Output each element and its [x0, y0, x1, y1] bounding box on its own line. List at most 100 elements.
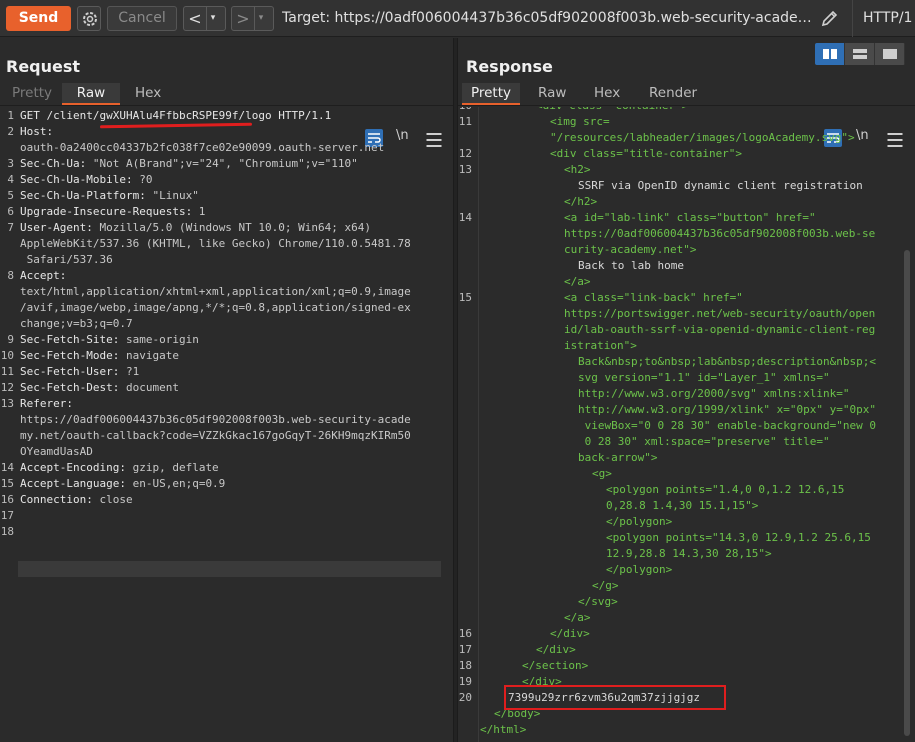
header-name: Sec-Fetch-User: — [20, 365, 120, 378]
line-content: Sec-Fetch-User: ?1 — [20, 364, 139, 380]
header-name: Sec-Fetch-Mode: — [20, 349, 120, 362]
layout-toggle — [815, 43, 905, 65]
header-value: ?0 — [132, 173, 153, 186]
line-number: 4 — [7, 173, 14, 186]
response-line: </a> — [564, 611, 591, 624]
header-value: text/html,application/xhtml+xml,applicat… — [20, 285, 411, 298]
response-tab-pretty[interactable]: Pretty — [462, 83, 520, 105]
response-line: </section> — [522, 659, 589, 672]
response-tab-render[interactable]: Render — [649, 83, 697, 105]
line-number: 14 — [458, 211, 472, 224]
header-value: oauth-0a2400cc04337b2fc038f7ce02e90099.o… — [20, 141, 385, 154]
current-line-highlight — [18, 561, 441, 577]
request-line: AppleWebKit/537.36 (KHTML, like Gecko) C… — [0, 236, 440, 252]
request-editor[interactable]: 1 GET /client/gwXUHAlu4FfbbcRSPE99f/logo … — [0, 107, 453, 742]
line-number: 9 — [7, 333, 14, 346]
header-value: Mozilla/5.0 (Windows NT 10.0; Win64; x64… — [92, 221, 372, 234]
response-title: Response — [466, 57, 553, 76]
line-number: 18 — [0, 525, 14, 538]
response-pane: Response Pretty Raw Hex Render \n 10 <div… — [458, 38, 915, 742]
response-line: </polygon> — [606, 563, 673, 576]
line-number: 8 — [7, 269, 14, 282]
request-title: Request — [6, 57, 81, 76]
header-value: "Linux" — [145, 189, 199, 202]
edit-pencil-icon[interactable] — [820, 8, 840, 28]
line-number: 16 — [458, 627, 472, 640]
request-line: 4 Sec-Ch-Ua-Mobile: ?0 — [0, 172, 440, 188]
highlight-box-annotation — [504, 685, 726, 710]
request-line: my.net/oauth-callback?code=VZZkGkac167go… — [0, 428, 440, 444]
header-name: Sec-Ch-Ua-Platform: — [20, 189, 146, 202]
line-content: oauth-0a2400cc04337b2fc038f7ce02e90099.o… — [20, 140, 384, 156]
header-name: Accept-Encoding: — [20, 461, 126, 474]
line-number: 20 — [458, 691, 472, 704]
layout-stacked-button[interactable] — [845, 43, 875, 65]
response-line: <polygon points="14.3,0 12.9,1.2 25.6,15 — [606, 531, 871, 544]
back-dropdown-icon[interactable]: ▾ — [206, 7, 219, 30]
line-content: Accept-Language: en-US,en;q=0.9 — [20, 476, 225, 492]
response-line: 0,28.8 1.4,30 15.1,15"> — [606, 499, 759, 512]
response-line: Back&nbsp;to&nbsp;lab&nbsp;description&n… — [578, 355, 877, 368]
request-tab-pretty[interactable]: Pretty — [12, 83, 52, 105]
response-line: 0 28 30" xml:space="preserve" title=" — [578, 435, 830, 448]
layout-side-by-side-button[interactable] — [815, 43, 845, 65]
response-line: <polygon points="1.4,0 0,1.2 12.6,15 — [606, 483, 845, 496]
line-number: 6 — [7, 205, 14, 218]
response-tab-raw[interactable]: Raw — [538, 83, 566, 105]
header-name: Accept: — [20, 269, 67, 282]
request-tab-hex[interactable]: Hex — [135, 83, 161, 105]
back-navigation[interactable]: < ▾ — [183, 6, 226, 31]
response-line: http://www.w3.org/1999/xlink" x="0px" y=… — [578, 403, 877, 416]
line-content: my.net/oauth-callback?code=VZZkGkac167go… — [20, 428, 411, 444]
response-tab-hex[interactable]: Hex — [594, 83, 620, 105]
forward-arrow-icon[interactable]: > — [232, 7, 254, 30]
header-value: navigate — [119, 349, 179, 362]
request-line: 14 Accept-Encoding: gzip, deflate — [0, 460, 440, 476]
request-line: 9 Sec-Fetch-Site: same-origin — [0, 332, 440, 348]
header-name: Sec-Ch-Ua: — [20, 157, 87, 170]
send-button[interactable]: Send — [6, 6, 71, 31]
response-line: https://portswigger.net/web-security/oau… — [564, 307, 876, 320]
response-line: istration"> — [564, 339, 637, 352]
response-line: http://www.w3.org/2000/svg" xmlns:xlink=… — [578, 387, 850, 400]
request-tab-raw[interactable]: Raw — [62, 83, 120, 105]
header-name: GET /client/gwXUHAlu4FfbbcRSPE99f/logo H… — [20, 109, 332, 122]
line-number: 15 — [458, 291, 472, 304]
settings-gear-button[interactable] — [77, 6, 101, 31]
columns-icon — [823, 49, 837, 59]
line-content: Sec-Fetch-Mode: navigate — [20, 348, 179, 364]
request-line: https://0adf006004437b36c05df902008f003b… — [0, 412, 440, 428]
response-scrollbar[interactable] — [904, 250, 910, 736]
http-version[interactable]: HTTP/1 — [852, 0, 915, 37]
line-content: change;v=b3;q=0.7 — [20, 316, 133, 332]
back-arrow-icon[interactable]: < — [184, 7, 206, 30]
header-name: Host: — [20, 125, 54, 138]
layout-tabs-button[interactable] — [875, 43, 905, 65]
header-value: close — [92, 493, 133, 506]
target-url[interactable]: Target: https://0adf006004437b36c05df902… — [282, 10, 814, 26]
line-content: Host: — [20, 124, 53, 140]
request-line: OYeamdUasAD — [0, 444, 440, 460]
line-content: OYeamdUasAD — [20, 444, 93, 460]
line-content: Sec-Ch-Ua: "Not A(Brand";v="24", "Chromi… — [20, 156, 358, 172]
response-line: back-arrow"> — [578, 451, 658, 464]
response-line: <div class= container > — [536, 107, 688, 114]
forward-dropdown-icon[interactable]: ▾ — [254, 7, 267, 30]
cancel-button[interactable]: Cancel — [107, 6, 177, 31]
response-line: id/lab-oauth-ssrf-via-openid-dynamic-cli… — [564, 323, 876, 336]
header-value: OYeamdUasAD — [20, 445, 93, 458]
response-line: Back to lab home — [578, 259, 684, 272]
response-line: <a id="lab-link" class="button" href=" — [564, 211, 816, 224]
header-value: same-origin — [119, 333, 199, 346]
header-value: gzip, deflate — [125, 461, 219, 474]
header-value: document — [119, 381, 179, 394]
line-content: Upgrade-Insecure-Requests: 1 — [20, 204, 205, 220]
response-editor[interactable]: 10 <div class= container > 11 <img src= "/re… — [458, 107, 915, 742]
gear-icon — [83, 12, 97, 26]
line-number: 12 — [0, 381, 14, 394]
request-line: 3 Sec-Ch-Ua: "Not A(Brand";v="24", "Chrom… — [0, 156, 440, 172]
forward-navigation[interactable]: > ▾ — [231, 6, 274, 31]
line-content: /avif,image/webp,image/apng,*/*;q=0.8,ap… — [20, 300, 411, 316]
request-line: 1 GET /client/gwXUHAlu4FfbbcRSPE99f/logo … — [0, 108, 440, 124]
header-name: Sec-Fetch-Dest: — [20, 381, 120, 394]
